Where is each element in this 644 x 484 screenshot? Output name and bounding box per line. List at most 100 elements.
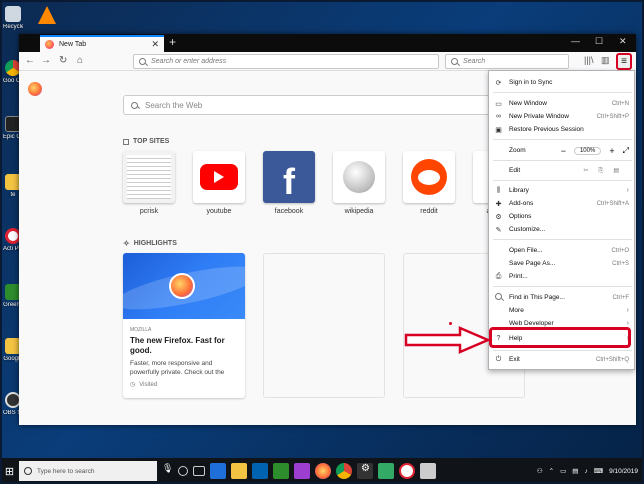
menu-sign-in-sync[interactable]: ⟳ Sign in to Sync	[489, 76, 634, 89]
zoom-out-icon[interactable]: −	[561, 146, 566, 156]
greenshot-taskbar-icon[interactable]	[273, 463, 290, 479]
menu-options[interactable]: ⚙ Options	[489, 210, 634, 223]
reddit-icon	[403, 151, 455, 203]
menu-exit[interactable]: ⏻ Exit Ctrl+Shift+Q	[489, 353, 634, 366]
menu-library[interactable]: ⫼ Library ›	[489, 184, 634, 197]
menu-label: Print...	[509, 273, 528, 280]
settings-taskbar-icon[interactable]: ⚙	[357, 463, 374, 479]
system-tray: ⚇ ⌃ ▭ ▤ ♪ ⌨ 9/10/2019	[537, 458, 638, 484]
home-icon[interactable]: ⌂	[77, 55, 83, 66]
menu-new-private-window[interactable]: ∞ New Private Window Ctrl+Shift+P	[489, 110, 634, 123]
maximize-icon[interactable]: ☐	[595, 36, 603, 47]
reload-icon[interactable]: ↻	[59, 55, 67, 66]
keyboard-icon[interactable]: ⌨	[594, 467, 603, 475]
puzzle-icon: ✚	[495, 200, 502, 208]
edit-cut-copy-paste-icons[interactable]: ✂⎘▤	[584, 167, 630, 175]
highlight-source: MOZILLA	[130, 327, 152, 333]
url-placeholder: Search or enter address	[151, 58, 227, 65]
chevron-up-icon[interactable]: ⌃	[549, 467, 554, 475]
search-placeholder: Search	[463, 58, 486, 65]
minimize-icon[interactable]: —	[571, 36, 580, 46]
tab-title: New Tab	[59, 41, 87, 48]
search-bar[interactable]: Search	[445, 54, 569, 69]
menu-label: Zoom	[509, 147, 526, 154]
sync-icon: ⟳	[495, 79, 502, 87]
annotation-arrow-icon	[404, 326, 490, 354]
app-taskbar-icon[interactable]	[294, 463, 311, 479]
facebook-icon: f	[263, 151, 315, 203]
top-sites-heading: TOP SITES	[123, 138, 169, 145]
menu-new-window[interactable]: ▭ New Window Ctrl+N	[489, 97, 634, 110]
highlight-visited: ◷ Visited	[130, 381, 238, 389]
top-site-label: wikipedia	[344, 208, 374, 215]
notepad-taskbar-icon[interactable]	[378, 463, 395, 479]
menu-find-in-page[interactable]: Find in This Page... Ctrl+F	[489, 291, 634, 304]
menu-more[interactable]: More ›	[489, 304, 634, 317]
top-site-pcrisk[interactable]: pcrisk	[123, 151, 175, 215]
firefox-taskbar-icon[interactable]	[315, 463, 332, 479]
desktop-icon-vlc[interactable]	[36, 6, 58, 26]
volume-icon[interactable]: ♪	[584, 468, 587, 475]
printer-icon: ⎙	[495, 272, 502, 280]
cursor-dot	[449, 322, 452, 325]
web-search-placeholder: Search the Web	[145, 100, 203, 110]
menu-open-file[interactable]: Open File... Ctrl+O	[489, 244, 634, 257]
people-icon[interactable]: ⚇	[537, 467, 543, 475]
taskbar-clock[interactable]: 9/10/2019	[609, 468, 638, 475]
close-tab-icon[interactable]: ✕	[151, 39, 159, 50]
menu-label: Restore Previous Session	[509, 126, 584, 133]
battery-icon[interactable]: ▭	[560, 467, 566, 475]
forward-arrow-icon[interactable]: →	[41, 55, 51, 66]
menu-restore-session[interactable]: ▣ Restore Previous Session	[489, 123, 634, 136]
menu-label: Exit	[509, 356, 520, 363]
close-window-icon[interactable]: ✕	[619, 36, 627, 47]
library-icon[interactable]: |||\	[584, 55, 594, 65]
web-search-box[interactable]: Search the Web	[123, 95, 503, 115]
zoom-reset-button[interactable]: 100%	[573, 146, 602, 155]
store-icon[interactable]	[252, 463, 269, 479]
sidebar-icon[interactable]: ▥	[601, 55, 610, 66]
desktop-icon-recycle-bin[interactable]: Recycle	[3, 6, 23, 30]
menu-label: Options	[509, 213, 532, 220]
windows-logo-icon: ⊞	[4, 465, 15, 478]
highlight-title: The new Firefox. Fast for good.	[130, 336, 225, 355]
menu-separator	[493, 139, 632, 140]
power-icon: ⏻	[495, 355, 502, 363]
menu-label: New Window	[509, 100, 547, 107]
app-window-taskbar-icon[interactable]	[420, 463, 437, 479]
zoom-in-icon[interactable]: +	[609, 146, 614, 156]
menu-shortcut: Ctrl+N	[611, 100, 629, 107]
menu-label: Sign in to Sync	[509, 79, 553, 86]
windows-taskbar: ⊞ Type here to search 🎙 ⚙ ⚇ ⌃ ▭ ▤ ♪ ⌨ 9/…	[0, 458, 644, 484]
youtube-icon	[193, 151, 245, 203]
menu-separator	[493, 239, 632, 240]
top-site-facebook[interactable]: f facebook	[263, 151, 315, 215]
menu-shortcut: Ctrl+Shift+A	[596, 200, 629, 207]
menu-addons[interactable]: ✚ Add-ons Ctrl+Shift+A	[489, 197, 634, 210]
top-site-youtube[interactable]: youtube	[193, 151, 245, 215]
taskbar-search[interactable]: Type here to search	[19, 461, 157, 481]
highlight-card[interactable]: MOZILLA The new Firefox. Fast for good. …	[123, 253, 245, 398]
tab-new-tab[interactable]: New Tab ✕	[40, 35, 164, 52]
presenter-taskbar-icon[interactable]	[399, 463, 416, 479]
mic-icon[interactable]: 🎙	[162, 463, 173, 479]
start-button[interactable]: ⊞	[0, 458, 19, 484]
back-arrow-icon[interactable]: ←	[25, 55, 35, 66]
new-tab-plus-icon[interactable]: +	[169, 35, 176, 49]
top-site-wikipedia[interactable]: wikipedia	[333, 151, 385, 215]
chrome-taskbar-icon[interactable]	[336, 463, 353, 479]
network-icon[interactable]: ▤	[572, 467, 578, 475]
menu-print[interactable]: ⎙ Print...	[489, 270, 634, 283]
cortana-icon[interactable]	[178, 466, 189, 476]
top-site-label: pcrisk	[139, 208, 159, 215]
top-site-reddit[interactable]: reddit	[403, 151, 455, 215]
menu-customize[interactable]: ✎ Customize...	[489, 223, 634, 236]
task-view-icon[interactable]	[193, 466, 206, 476]
menu-save-page[interactable]: Save Page As... Ctrl+S	[489, 257, 634, 270]
open-menu-button[interactable]: ≡	[616, 53, 632, 70]
url-bar[interactable]: Search or enter address	[133, 54, 439, 69]
edge-icon[interactable]	[210, 463, 227, 479]
search-circle-icon	[24, 467, 32, 475]
file-explorer-icon[interactable]	[231, 463, 248, 479]
fullscreen-icon[interactable]: ⤢	[623, 146, 629, 156]
